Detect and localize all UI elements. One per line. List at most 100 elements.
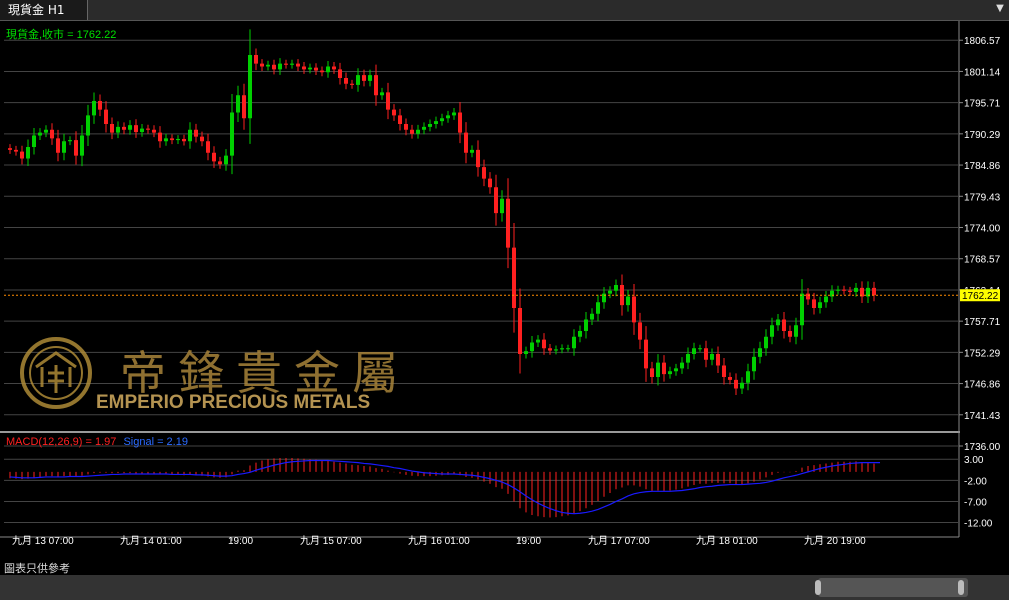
candle-body xyxy=(632,296,636,323)
candle-body xyxy=(44,129,48,133)
candle-body xyxy=(308,67,312,70)
macd-tick-label: -2.00 xyxy=(964,476,987,487)
candle-body xyxy=(836,289,840,291)
candle-body xyxy=(260,63,264,67)
scroll-grip-left[interactable] xyxy=(815,580,821,595)
candle-body xyxy=(200,136,204,142)
candle-body xyxy=(386,92,390,110)
candle-body xyxy=(524,351,528,354)
macd-tick-label: -12.00 xyxy=(964,519,993,530)
candle-body xyxy=(104,109,108,124)
candle-body xyxy=(50,129,54,139)
candle-body xyxy=(536,339,540,343)
time-tick-label: 九月 15 07:00 xyxy=(300,535,362,547)
candle-body xyxy=(626,296,630,306)
candle-body xyxy=(8,148,12,150)
candle-body xyxy=(146,128,150,130)
candle-body xyxy=(746,371,750,383)
candle-body xyxy=(554,349,558,351)
macd-legend-signal: Signal = 2.19 xyxy=(123,436,188,448)
candle-body xyxy=(770,325,774,337)
candle-body xyxy=(296,63,300,67)
candle-body xyxy=(812,299,816,308)
disclaimer-note: 圖表只供參考 xyxy=(4,562,70,575)
candle-body xyxy=(236,95,240,113)
candle-body xyxy=(470,149,474,153)
chart-tab[interactable]: 現貨金 H1 xyxy=(0,0,88,20)
macd-tick-label: -7.00 xyxy=(964,497,987,508)
candle-body xyxy=(206,141,210,153)
candle-body xyxy=(548,348,552,351)
candle-body xyxy=(170,138,174,141)
candle-body xyxy=(38,132,42,136)
candle-body xyxy=(434,121,438,124)
candle-body xyxy=(566,348,570,350)
candle-body xyxy=(638,322,642,340)
candle-body xyxy=(482,167,486,179)
candle-body xyxy=(848,290,852,292)
candle-body xyxy=(80,135,84,156)
candle-body xyxy=(590,313,594,320)
candle-body xyxy=(356,75,360,85)
price-tick-label: 1779.43 xyxy=(964,192,1001,203)
chart-grid xyxy=(0,39,960,524)
candle-body xyxy=(668,371,672,375)
candle-body xyxy=(338,69,342,78)
candle-body xyxy=(452,112,456,116)
price-tick-label: 1746.86 xyxy=(964,380,1001,391)
time-tick-label: 九月 16 01:00 xyxy=(408,535,470,547)
candle-body xyxy=(458,112,462,133)
candle-body xyxy=(716,354,720,366)
candle-body xyxy=(440,118,444,122)
candle-body xyxy=(686,354,690,363)
candle-body xyxy=(278,63,282,70)
candle-body xyxy=(176,138,180,141)
candle-body xyxy=(806,293,810,300)
candle-body xyxy=(542,339,546,349)
scroll-grip-right[interactable] xyxy=(958,580,964,595)
candle-body xyxy=(320,70,324,73)
time-tick-label: 19:00 xyxy=(516,536,541,547)
candle-body xyxy=(302,66,306,70)
time-tick-label: 九月 20 19:00 xyxy=(804,535,866,547)
price-legend: 現貨金,收市 = 1762.22 xyxy=(6,27,116,41)
candle-body xyxy=(776,319,780,326)
candle-body xyxy=(362,75,366,81)
candle-body xyxy=(56,138,60,153)
candle-body xyxy=(560,348,564,350)
emperio-logo-icon xyxy=(20,337,92,409)
candle-body xyxy=(122,126,126,130)
candle-body xyxy=(242,95,246,119)
company-watermark: 帝鋒貴金屬 EMPERIO PRECIOUS METALS xyxy=(20,337,398,413)
candle-body xyxy=(794,325,798,337)
candle-body xyxy=(788,331,792,337)
candle-body xyxy=(500,198,504,214)
candle-body xyxy=(464,132,468,153)
candle-body xyxy=(374,75,378,96)
candle-body xyxy=(62,141,66,153)
candle-body xyxy=(680,362,684,369)
macd-tick-label: 3.00 xyxy=(964,455,984,466)
dropdown-arrow-icon[interactable]: ▼ xyxy=(993,2,1007,16)
candle-body xyxy=(380,92,384,96)
candle-body xyxy=(398,115,402,124)
candle-body xyxy=(20,151,24,159)
scroll-thumb[interactable] xyxy=(818,578,968,597)
candle-body xyxy=(134,125,138,133)
price-tick-label: 1768.57 xyxy=(964,255,1001,266)
candle-body xyxy=(392,109,396,116)
candle-body xyxy=(596,302,600,314)
candle-body xyxy=(854,287,858,292)
candle-body xyxy=(674,368,678,372)
candle-body xyxy=(644,339,648,369)
candle-body xyxy=(662,362,666,375)
candles xyxy=(8,29,876,395)
candle-body xyxy=(368,75,372,81)
candle-body xyxy=(734,379,738,389)
price-chart: 帝鋒貴金屬 EMPERIO PRECIOUS METALS 1806.57 180… xyxy=(0,21,1001,547)
candle-body xyxy=(86,115,90,136)
candle-body xyxy=(758,348,762,357)
horizontal-scrollbar[interactable] xyxy=(0,575,1009,600)
window-titlebar: 現貨金 H1 ▼ xyxy=(0,0,1009,21)
candle-body xyxy=(188,129,192,142)
